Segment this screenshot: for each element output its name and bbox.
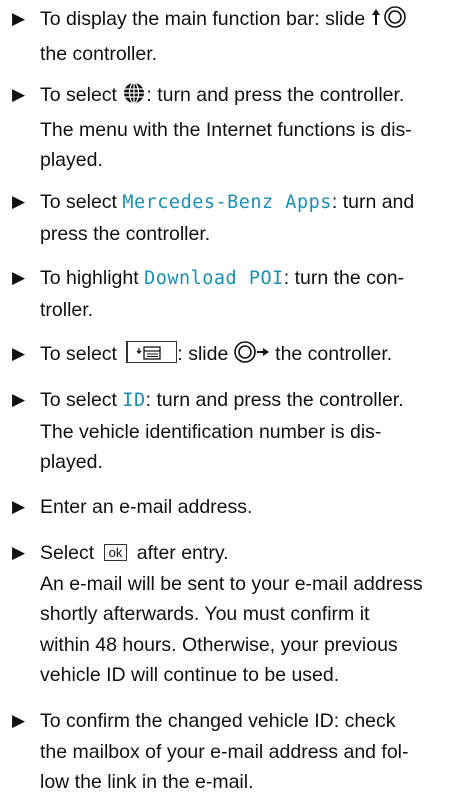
step-text: To select: [40, 343, 123, 365]
menu-item-id: ID: [122, 390, 146, 411]
options-menu-button-symbol: [126, 341, 178, 363]
bullet-icon: ▶: [12, 192, 26, 211]
bullet-icon: ▶: [12, 711, 26, 730]
options-menu-icon: [136, 346, 162, 360]
step-text: An e-mail will be sent to your e-mail ad…: [40, 572, 423, 595]
step-text: To select: [40, 84, 123, 106]
step-select-id: ▶ To select ID: turn and press the contr…: [12, 385, 462, 478]
step-text: the controller.: [269, 343, 393, 365]
step-text: To highlight: [40, 267, 145, 289]
ok-key-symbol: ok: [103, 544, 128, 561]
step-text: To confirm the changed vehicle ID: check: [40, 710, 396, 732]
manual-page: ▶ To display the main function bar: slid…: [0, 0, 464, 793]
step-text: troller.: [40, 298, 94, 321]
step-text: after entry.: [131, 542, 229, 564]
step-text: played.: [40, 451, 103, 473]
step-text: Select: [40, 542, 100, 564]
step-text: the mailbox of your e-mail address and f…: [40, 740, 409, 763]
menu-item-mercedes-benz-apps: Mercedes-Benz Apps: [122, 192, 332, 213]
step-text: played.: [40, 149, 103, 171]
step-text: low the link in the e-mail.: [40, 771, 254, 793]
step-text: To display the main function bar: slide: [40, 8, 371, 30]
step-confirm-vehicle-id: ▶ To confirm the changed vehicle ID: che…: [12, 706, 462, 798]
step-text: : turn and press the controller.: [145, 389, 404, 411]
step-text: To select: [40, 191, 123, 213]
globe-icon: [122, 81, 146, 115]
bullet-icon: ▶: [12, 344, 26, 363]
step-enter-email: ▶ Enter an e-mail address.: [12, 492, 462, 523]
bullet-icon: ▶: [12, 268, 26, 287]
step-text: To select: [40, 389, 123, 411]
step-text: : slide: [177, 343, 234, 365]
slide-up-controller-icon: [371, 5, 407, 39]
step-text: within 48 hours. Otherwise, your previou…: [40, 633, 398, 656]
bullet-icon: ▶: [12, 9, 26, 28]
step-text: The menu with the Internet functions is …: [40, 118, 412, 141]
bullet-icon: ▶: [12, 497, 26, 516]
slide-right-controller-icon: [233, 340, 270, 374]
menu-item-download-poi: Download POI: [144, 268, 284, 289]
step-text: Enter an e-mail address.: [40, 496, 253, 518]
step-select-mercedes-apps: ▶ To select Mercedes-Benz Apps: turn and…: [12, 187, 462, 249]
step-text: shortly afterwards. You must confirm it: [40, 603, 370, 625]
step-text: the controller.: [40, 42, 158, 65]
step-text: The vehicle identification number is dis…: [40, 420, 382, 443]
step-confirm-entry: ▶ Select ok after entry. An e-mail will …: [12, 538, 462, 691]
step-text: vehicle ID will continue to be used.: [40, 664, 340, 686]
step-text: press the controller.: [40, 222, 211, 245]
bullet-icon: ▶: [12, 85, 26, 104]
step-text: : turn the con-: [283, 267, 405, 289]
step-text: : turn and press the controller.: [146, 84, 405, 106]
step-show-function-bar: ▶ To display the main function bar: slid…: [12, 4, 462, 69]
bullet-icon: ▶: [12, 543, 26, 562]
step-select-options-menu: ▶ To select : slide the controller.: [12, 339, 462, 374]
step-text: : turn and: [331, 191, 415, 213]
step-select-internet: ▶ To select : turn and press the control…: [12, 80, 462, 176]
step-highlight-download-poi: ▶ To highlight Download POI: turn the co…: [12, 263, 462, 325]
bullet-icon: ▶: [12, 390, 26, 409]
